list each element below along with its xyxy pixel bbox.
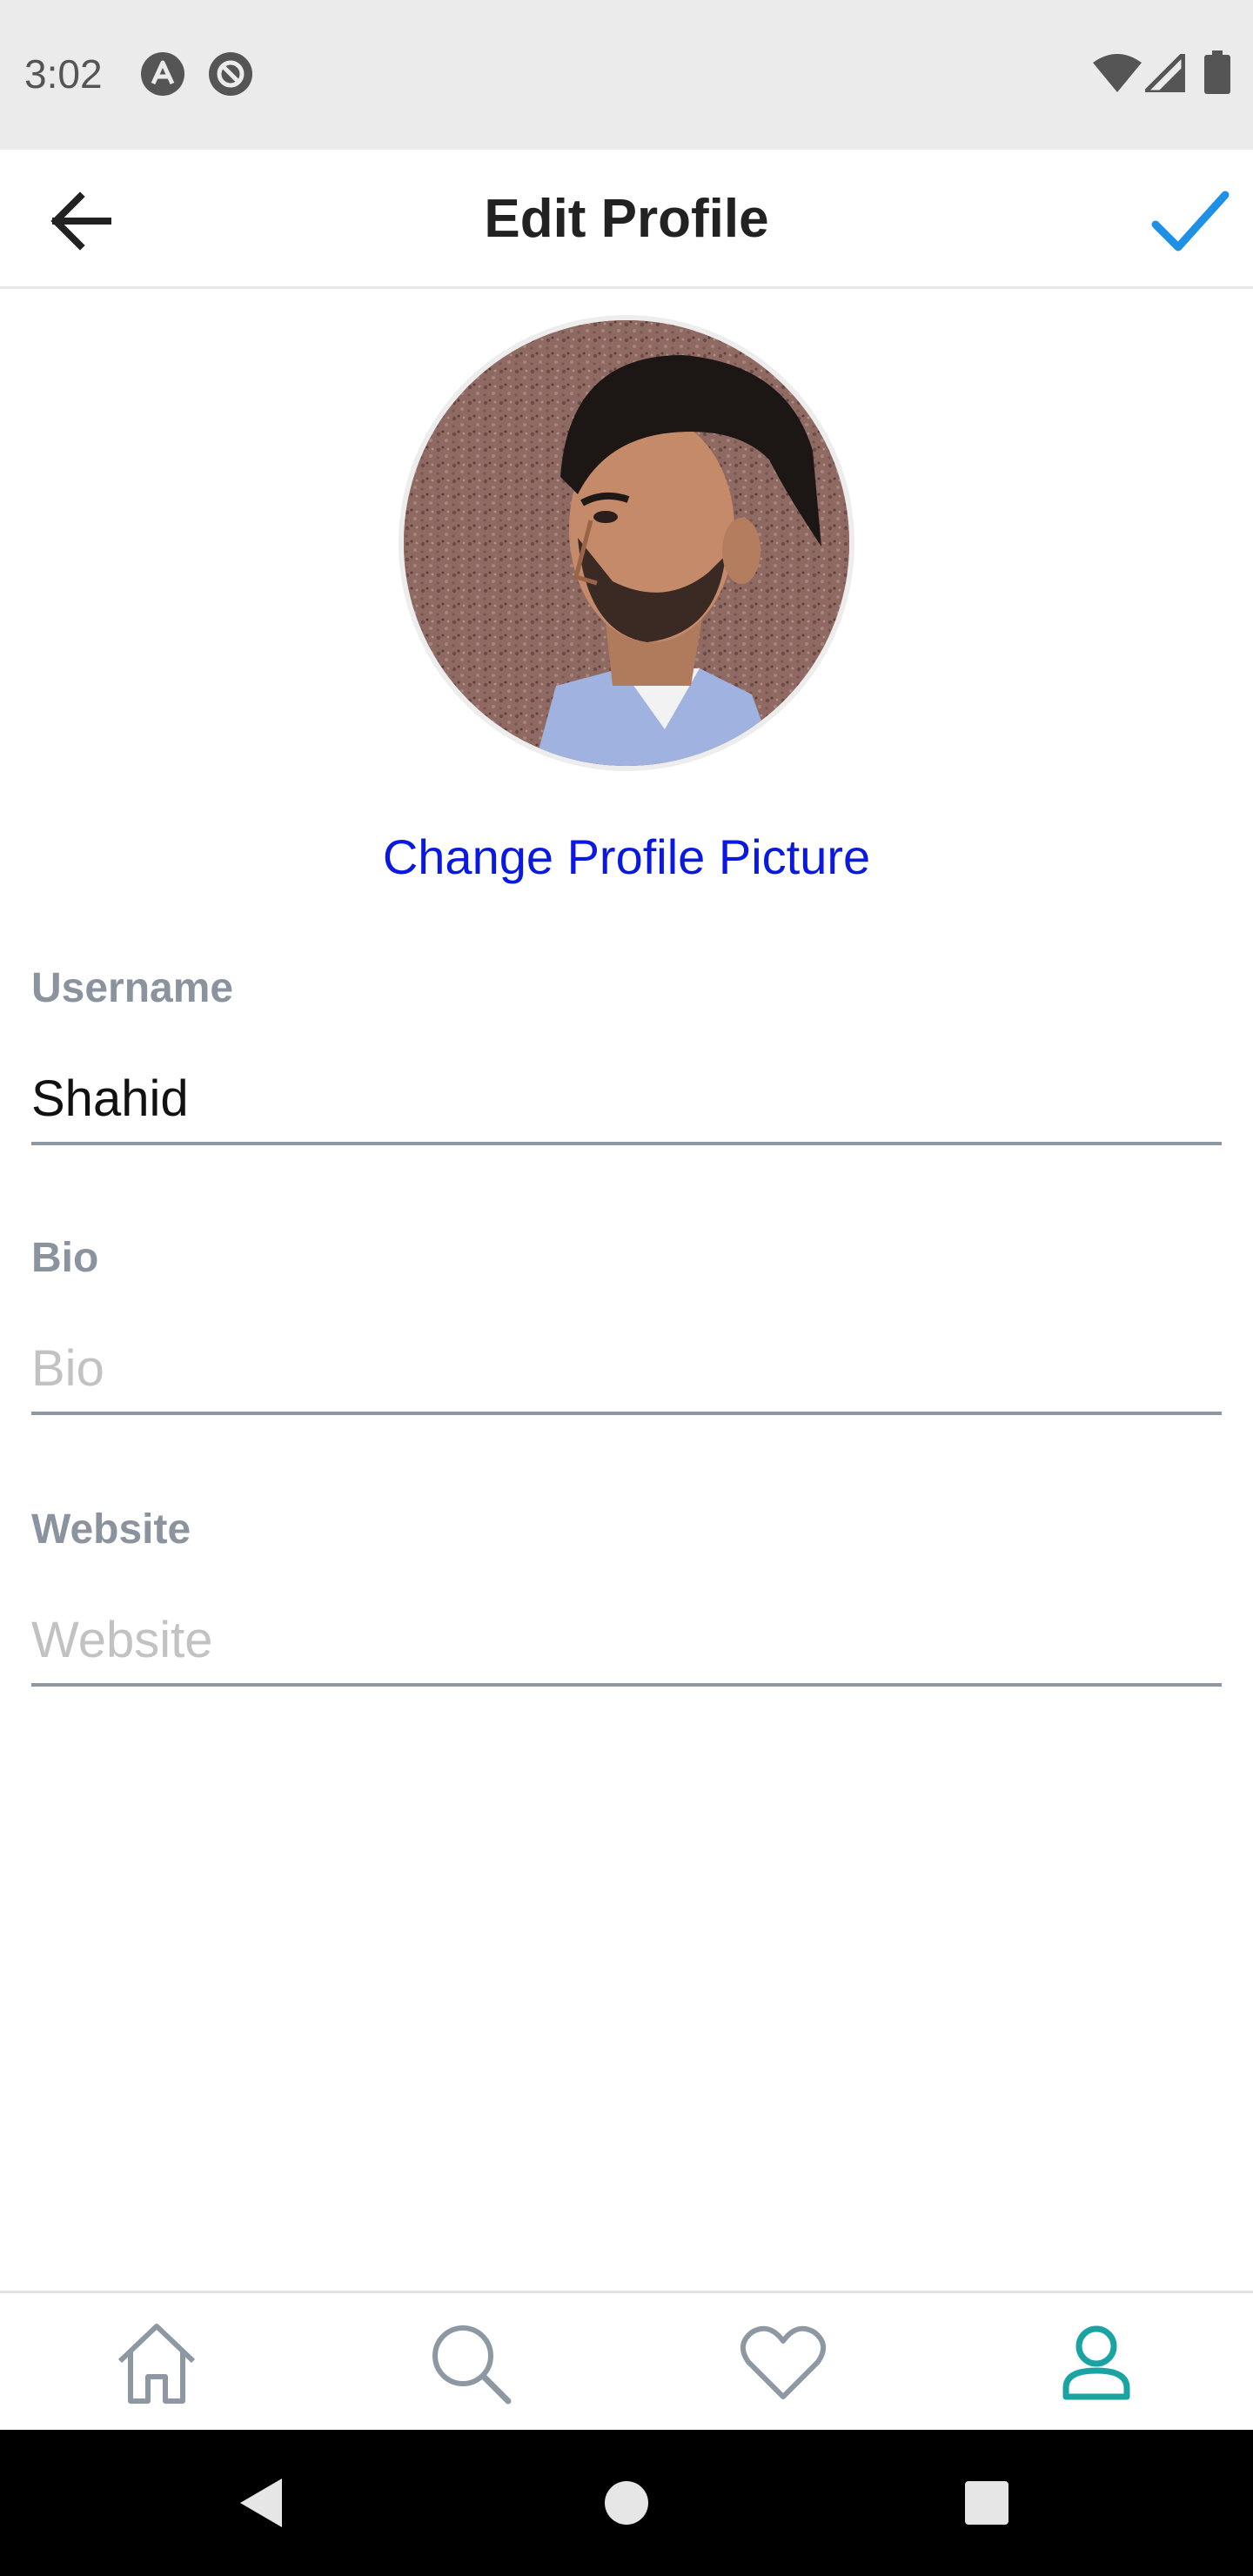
profile-avatar[interactable] <box>399 315 854 771</box>
page-title: Edit Profile <box>484 189 769 249</box>
app-header: Edit Profile <box>0 150 1253 289</box>
heart-icon <box>740 2325 826 2399</box>
at-sign-icon <box>207 50 254 102</box>
bottom-navigation <box>0 2291 1253 2430</box>
save-checkmark-button[interactable] <box>1149 181 1232 259</box>
nav-profile[interactable] <box>1035 2309 1157 2417</box>
checkmark-icon <box>1151 191 1230 252</box>
profile-icon <box>1062 2325 1130 2400</box>
status-bar: 3:02 <box>0 0 1253 150</box>
battery-icon <box>1204 50 1230 98</box>
status-time: 3:02 <box>24 51 103 97</box>
nav-home[interactable] <box>96 2309 218 2417</box>
change-profile-picture-link[interactable]: Change Profile Picture <box>0 828 1253 885</box>
search-icon <box>432 2325 512 2405</box>
system-recents-button[interactable] <box>952 2468 1022 2538</box>
bio-label: Bio <box>31 1235 99 1281</box>
home-circle-icon <box>605 2481 648 2525</box>
back-triangle-icon <box>240 2479 282 2527</box>
website-input[interactable] <box>31 1596 1222 1687</box>
cell-signal-icon <box>1139 48 1186 97</box>
username-input[interactable] <box>31 1055 1222 1145</box>
home-icon <box>117 2324 196 2404</box>
wifi-icon <box>1093 54 1142 97</box>
bio-input[interactable] <box>31 1325 1222 1415</box>
app-notification-icon <box>139 50 186 102</box>
system-home-button[interactable] <box>592 2468 661 2538</box>
edit-profile-screen: 3:02 Edit Profile Change Profile Picture… <box>0 0 1253 2576</box>
system-navigation-bar <box>0 2430 1253 2576</box>
username-label: Username <box>31 965 234 1011</box>
website-label: Website <box>31 1506 191 1553</box>
system-back-button[interactable] <box>226 2468 296 2538</box>
profile-photo <box>404 320 849 766</box>
recents-square-icon <box>965 2481 1008 2525</box>
nav-activity[interactable] <box>722 2309 844 2417</box>
nav-search[interactable] <box>409 2309 531 2417</box>
